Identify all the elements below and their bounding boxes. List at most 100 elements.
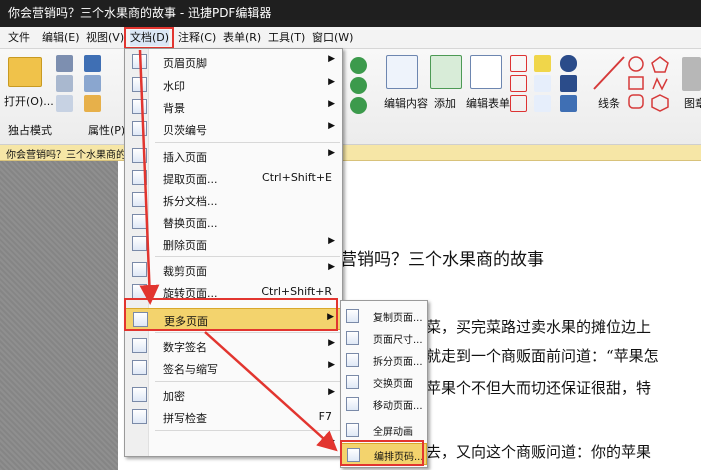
list-box-icon[interactable] [510,95,527,112]
stamp-icon[interactable] [682,57,701,91]
email-icon[interactable] [84,55,101,72]
document-heading: 营销吗？三个水果商的故事 [340,250,544,270]
highlight-document-menu [124,27,174,49]
text-box-icon[interactable] [510,55,527,72]
delete-pages-icon [132,236,147,251]
menu-item-header-footer[interactable]: 页眉页脚 ▶ [125,51,342,73]
add-image-icon[interactable] [430,55,462,89]
insert-pages-icon [132,148,147,163]
menu-form[interactable]: 表单(R) [223,30,261,46]
menu-edit[interactable]: 编辑(E) [42,30,80,46]
check-box-icon[interactable] [510,75,527,92]
shortcut-label: F7 [318,410,332,423]
submenu-arrow-icon: ▶ [328,54,335,64]
background-icon [132,99,147,114]
menu-item-background[interactable]: 背景 ▶ [125,96,342,118]
replace-pages-icon [132,214,147,229]
ribbon-toolbar: 打开(O)... 独占模式 属性(P)... 编辑内容 添加 编辑表单 线条 图… [0,49,701,145]
copy-pages-icon [346,309,359,323]
rotate-pages-icon [132,284,147,299]
highlight-number-pages [340,440,424,466]
swap-pages-icon [346,375,359,389]
refresh-icon[interactable] [350,97,367,114]
pushpin-icon[interactable] [560,55,577,72]
menu-item-split-document[interactable]: 拆分文档... [125,189,342,211]
submenu-item-swap-pages[interactable]: 交换页面 [341,371,427,393]
submenu-arrow-icon: ▶ [328,148,335,158]
open-button-label[interactable]: 打开(O)... [4,93,54,109]
fullscreen-animation-icon [346,423,359,437]
menu-item-insert-pages[interactable]: 插入页面 ▶ [125,145,342,167]
highlight-more-pages [124,298,338,331]
attach-icon[interactable] [560,75,577,92]
menu-item-delete-pages[interactable]: 删除页面 ▶ [125,233,342,255]
menu-comment[interactable]: 注释(C) [178,30,216,46]
shape-tools-icon[interactable] [626,55,674,115]
redo-icon[interactable] [350,77,367,94]
menu-separator [155,430,340,431]
line-tool-icon[interactable] [592,55,626,91]
lock-icon [132,387,147,402]
menu-separator [155,142,340,143]
split-pages-icon [346,353,359,367]
submenu-item-page-size[interactable]: 页面尺寸... [341,327,427,349]
save-icon[interactable] [56,55,73,72]
menu-item-crop-pages[interactable]: 裁剪页面 ▶ [125,259,342,281]
submenu-arrow-icon: ▶ [328,121,335,131]
submenu-item-split-pages[interactable]: 拆分页面... [341,349,427,371]
edit-form-icon[interactable] [470,55,502,89]
menu-file[interactable]: 文件 [8,30,30,46]
menu-item-extract-pages[interactable]: 提取页面... Ctrl+Shift+E [125,167,342,189]
window-title: 你会营销吗？三个水果商的故事 - 迅捷PDF编辑器 [8,6,272,20]
sign-initials-icon [132,360,147,375]
submenu-arrow-icon: ▶ [328,360,335,370]
document-tab[interactable]: 你会营销吗？三个水果商的故 [0,145,701,161]
lines-label[interactable]: 线条 [598,95,620,111]
exclusive-mode-button[interactable]: 独占模式 [8,122,52,138]
menu-item-spell-check[interactable]: 拼写检查 F7 [125,406,342,428]
scan-icon[interactable] [84,75,101,92]
menu-bar: 文件 编辑(E) 视图(V) 文档(D) 注释(C) 表单(R) 工具(T) 窗… [0,27,701,49]
submenu-arrow-icon: ▶ [328,387,335,397]
crop-pages-icon [132,262,147,277]
print-icon[interactable] [56,75,73,92]
menu-item-sign-initials[interactable]: 签名与缩写 ▶ [125,357,342,379]
menu-separator [155,256,340,257]
create-icon[interactable] [84,95,101,112]
edit-form-label[interactable]: 编辑表单 [466,95,510,111]
stamp-label[interactable]: 图章 [684,95,701,111]
menu-separator [155,332,340,333]
submenu-arrow-icon: ▶ [328,99,335,109]
menu-window[interactable]: 窗口(W) [312,30,353,46]
submenu-item-fullscreen-animation[interactable]: 全屏动画 [341,419,427,441]
split-document-icon [132,192,147,207]
submenu-item-copy-pages[interactable]: 复制页面... [341,305,427,327]
bates-numbering-icon [132,121,147,136]
typewriter-icon[interactable] [534,55,551,72]
menu-item-bates-numbering[interactable]: 贝茨编号 ▶ [125,118,342,140]
menu-tools[interactable]: 工具(T) [268,30,305,46]
document-line: 去，又向这个商贩问道：你的苹果 [426,443,652,461]
edit-content-icon[interactable] [386,55,418,89]
shortcut-label: Ctrl+Shift+R [261,285,332,298]
page-size-icon [346,331,359,345]
edit-content-label[interactable]: 编辑内容 [384,95,428,111]
new-doc-icon[interactable] [56,95,73,112]
menu-item-encrypt[interactable]: 加密 ▶ [125,384,342,406]
submenu-arrow-icon: ▶ [328,436,335,446]
add-label[interactable]: 添加 [434,95,456,111]
menu-view[interactable]: 视图(V) [86,30,124,46]
extract-pages-icon [132,170,147,185]
menu-item-more[interactable]: ▶ [125,433,342,455]
menu-item-replace-pages[interactable]: 替换页面... [125,211,342,233]
sound-icon[interactable] [560,95,577,112]
document-line: 苹果个不但大而切还保证很甜，特 [426,379,652,397]
submenu-item-move-pages[interactable]: 移动页面... [341,393,427,415]
menu-item-digital-signature[interactable]: 数字签名 ▶ [125,335,342,357]
callout-icon[interactable] [534,95,551,112]
undo-icon[interactable] [350,57,367,74]
menu-item-watermark[interactable]: 水印 ▶ [125,74,342,96]
open-folder-icon[interactable] [8,57,42,87]
text-icon[interactable] [534,75,551,92]
watermark-icon [132,77,147,92]
